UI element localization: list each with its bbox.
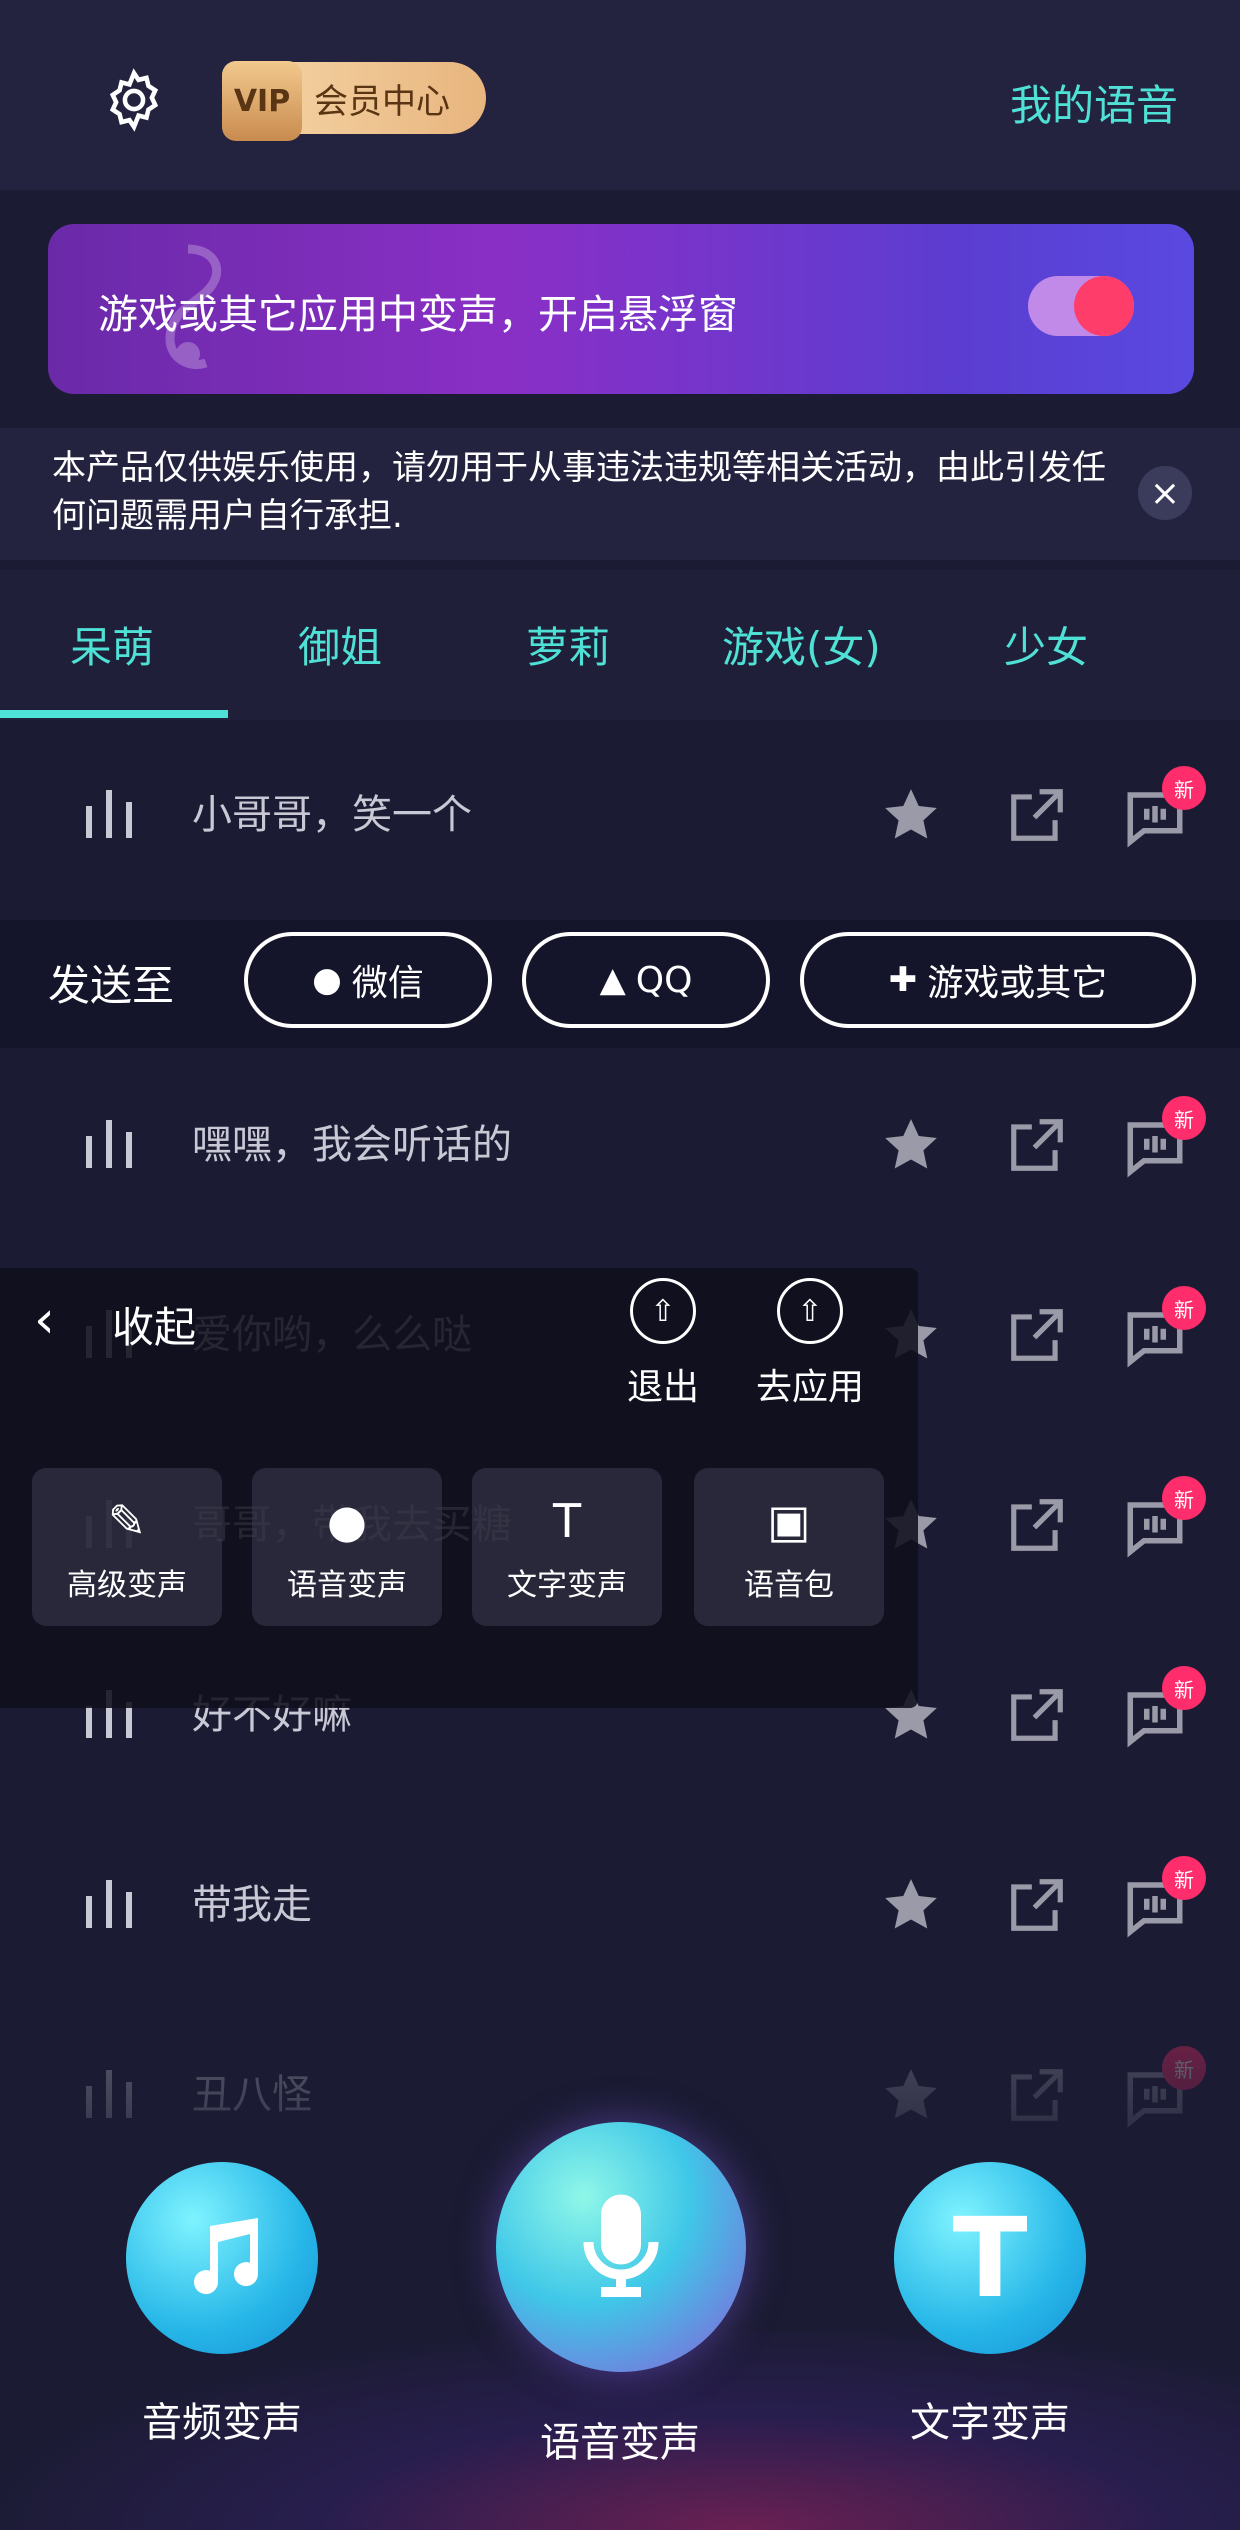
- new-badge: 新: [1162, 1476, 1206, 1520]
- close-icon[interactable]: ×: [1138, 466, 1192, 520]
- send-other-button[interactable]: ✚ 游戏或其它: [800, 932, 1196, 1028]
- text-t-icon: T: [952, 2194, 1028, 2322]
- voice-change-main-label: 语音变声: [540, 2420, 700, 2466]
- gamepad-icon: ✚: [888, 960, 918, 1000]
- disclaimer-notice: 本产品仅供娱乐使用，请勿用于从事违法违规等相关活动，由此引发任何问题需用户自行承…: [0, 428, 1240, 560]
- active-tab-indicator: [0, 710, 228, 718]
- exit-label: 退出: [626, 1367, 699, 1408]
- new-badge: 新: [1162, 1666, 1206, 1710]
- audio-bars-icon[interactable]: [82, 1876, 138, 1932]
- voice-list-item[interactable]: 小哥哥，笑一个 新: [0, 738, 1240, 888]
- floating-window-banner[interactable]: 游戏或其它应用中变声，开启悬浮窗: [48, 224, 1194, 394]
- audio-change-label: 音频变声: [142, 2400, 302, 2446]
- new-badge: 新: [1162, 1096, 1206, 1140]
- apply-button[interactable]: ⇧ 去应用: [745, 1278, 875, 1410]
- microphone-icon: ●: [326, 1494, 368, 1548]
- wechat-icon: ●: [312, 960, 342, 1000]
- collapse-button[interactable]: 收起: [112, 1294, 196, 1355]
- voice-pack-label: 语音包: [744, 1568, 834, 1603]
- music-note-icon: [194, 2218, 259, 2295]
- share-icon[interactable]: [1006, 1684, 1068, 1746]
- new-badge: 新: [1162, 1856, 1206, 1900]
- banner-text: 游戏或其它应用中变声，开启悬浮窗: [98, 292, 738, 338]
- voice-pack-card[interactable]: ▣ 语音包: [694, 1468, 884, 1626]
- voice-list-item[interactable]: 带我走 新: [0, 1828, 1240, 1978]
- tab-game-female[interactable]: 游戏(女): [722, 614, 881, 675]
- advanced-voice-label: 高级变声: [67, 1568, 187, 1603]
- status-bar: [0, 0, 1240, 30]
- voice-change-button[interactable]: [496, 2122, 746, 2372]
- floating-window-toggle[interactable]: [1028, 276, 1134, 336]
- tab-loli[interactable]: 萝莉: [526, 614, 610, 675]
- voice-item-label: 嘿嘿，我会听话的: [192, 1122, 512, 1168]
- advanced-voice-card[interactable]: ✎ 高级变声: [32, 1468, 222, 1626]
- upload-icon: ⇧: [630, 1278, 696, 1344]
- text-change-label: 文字变声: [507, 1568, 627, 1603]
- text-change-card[interactable]: T 文字变声: [472, 1468, 662, 1626]
- category-tabs: 呆萌 御姐 萝莉 游戏(女) 少女: [0, 570, 1240, 720]
- new-badge: 新: [1162, 766, 1206, 810]
- tab-cute[interactable]: 呆萌: [70, 614, 154, 675]
- audio-bars-icon[interactable]: [82, 786, 138, 842]
- tab-lady[interactable]: 御姐: [298, 614, 382, 675]
- voice-item-label: 带我走: [192, 1882, 312, 1928]
- voice-pack-icon: ▣: [767, 1494, 811, 1548]
- voice-list-item[interactable]: 嘿嘿，我会听话的 新: [0, 1068, 1240, 1218]
- voice-change-label: 语音变声: [287, 1568, 407, 1603]
- pen-icon: ✎: [107, 1494, 147, 1548]
- share-icon[interactable]: [1006, 1874, 1068, 1936]
- vip-badge-icon: VIP: [222, 61, 302, 141]
- voice-item-label: 小哥哥，笑一个: [192, 792, 472, 838]
- floating-control-panel: ‹ 收起 ⇧ 退出 ⇧ 去应用 ✎ 高级变声 ● 语音变声 T 文字变声 ▣ 语…: [0, 1268, 918, 1708]
- my-voice-link[interactable]: 我的语音: [1010, 72, 1178, 133]
- toggle-knob: [1074, 276, 1134, 336]
- send-qq-button[interactable]: ▲ QQ: [522, 932, 770, 1028]
- star-icon[interactable]: [880, 1874, 942, 1936]
- send-to-label: 发送至: [48, 961, 175, 1010]
- vip-center-label: 会员中心: [314, 81, 450, 122]
- send-wechat-label: 微信: [351, 963, 424, 1004]
- audio-bars-icon[interactable]: [82, 1116, 138, 1172]
- text-change-button[interactable]: T: [894, 2162, 1086, 2354]
- text-change-label: 文字变声: [910, 2400, 1070, 2446]
- upload-icon: ⇧: [777, 1278, 843, 1344]
- share-icon[interactable]: [1006, 784, 1068, 846]
- qq-penguin-icon: ▲: [599, 960, 626, 1000]
- new-badge: 新: [1162, 1286, 1206, 1330]
- share-icon[interactable]: [1006, 1114, 1068, 1176]
- star-icon[interactable]: [880, 784, 942, 846]
- vip-center-button[interactable]: VIP 会员中心: [222, 61, 486, 141]
- share-icon[interactable]: [1006, 1304, 1068, 1366]
- share-icon[interactable]: [1006, 1494, 1068, 1556]
- exit-button[interactable]: ⇧ 退出: [598, 1278, 728, 1410]
- disclaimer-text: 本产品仅供娱乐使用，请勿用于从事违法违规等相关活动，由此引发任何问题需用户自行承…: [52, 448, 1106, 536]
- star-icon[interactable]: [880, 1114, 942, 1176]
- apply-label: 去应用: [755, 1367, 864, 1408]
- audio-change-button[interactable]: [126, 2162, 318, 2354]
- send-to-bar: 发送至 ● 微信 ▲ QQ ✚ 游戏或其它: [0, 920, 1240, 1048]
- microphone-icon: [583, 2194, 659, 2297]
- send-other-label: 游戏或其它: [927, 963, 1108, 1004]
- header: VIP 会员中心 我的语音: [0, 30, 1240, 190]
- send-qq-label: QQ: [635, 959, 693, 1001]
- send-wechat-button[interactable]: ● 微信: [244, 932, 492, 1028]
- tab-girl[interactable]: 少女: [1004, 614, 1088, 675]
- gear-icon[interactable]: [100, 66, 168, 134]
- text-t-icon: T: [552, 1494, 582, 1548]
- voice-change-card[interactable]: ● 语音变声: [252, 1468, 442, 1626]
- chevron-left-icon[interactable]: ‹: [34, 1290, 55, 1350]
